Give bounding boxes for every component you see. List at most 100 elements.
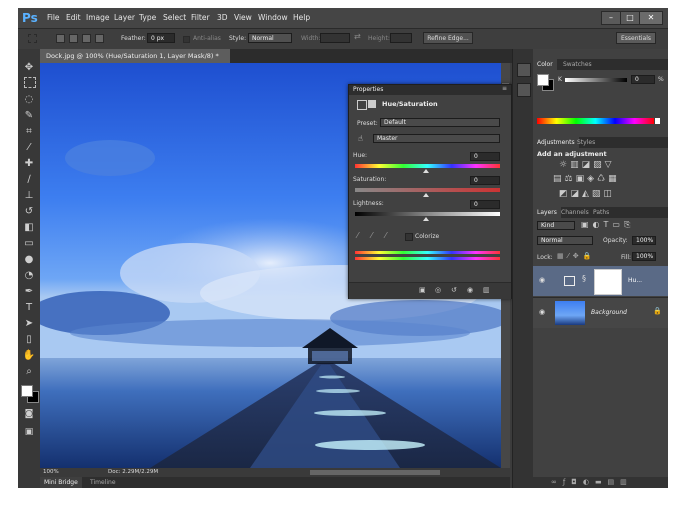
pen-tool-icon[interactable]: ✒: [22, 285, 36, 299]
clone-stamp-icon[interactable]: ⊥: [22, 189, 36, 203]
menu-edit[interactable]: Edit: [66, 13, 81, 22]
tab-color[interactable]: Color: [533, 59, 557, 70]
close-button[interactable]: ✕: [639, 11, 663, 25]
eyedropper-icon[interactable]: ⁄: [22, 141, 36, 155]
white-ramp[interactable]: [655, 118, 660, 124]
lock-icons[interactable]: ▦⁄✥🔒: [557, 252, 595, 260]
eyedropper-add-icon[interactable]: ⁄: [371, 231, 372, 240]
dodge-tool-icon[interactable]: ◔: [22, 269, 36, 283]
marquee-tool-icon[interactable]: [24, 77, 36, 88]
adjustment-icons-row3[interactable]: ◩◪◭▧◫: [559, 189, 615, 199]
menu-layer[interactable]: Layer: [114, 13, 135, 22]
mask-icon[interactable]: [368, 100, 376, 108]
adjustment-icons-row1[interactable]: ☼▥◪▨▽: [559, 160, 615, 170]
saturation-input[interactable]: 0: [470, 176, 500, 185]
layer-filter-select[interactable]: Kind: [537, 221, 575, 230]
eyedropper-sample-icon[interactable]: ⁄: [357, 231, 358, 240]
menu-window[interactable]: Window: [258, 13, 288, 22]
hue-input[interactable]: 0: [470, 152, 500, 161]
quick-mask-icon[interactable]: ◙: [22, 407, 36, 421]
style-select[interactable]: Normal: [248, 33, 292, 43]
screen-mode-icon[interactable]: ▣: [22, 425, 36, 439]
layer-name[interactable]: Hu...: [628, 277, 642, 284]
rectangle-tool-icon[interactable]: ▯: [22, 333, 36, 347]
adjustment-icons-row2[interactable]: ▤⚖▣◈♺▦: [553, 174, 620, 184]
tab-styles[interactable]: Styles: [573, 137, 599, 148]
refine-edge-button[interactable]: Refine Edge...: [423, 32, 473, 44]
tab-paths[interactable]: Paths: [589, 207, 613, 218]
tab-timeline[interactable]: Timeline: [86, 477, 120, 488]
move-tool-icon[interactable]: ✥: [22, 61, 36, 75]
feather-input[interactable]: 0 px: [147, 33, 175, 43]
add-selection-icon[interactable]: [69, 34, 78, 43]
tab-channels[interactable]: Channels: [557, 207, 593, 218]
brush-tool-icon[interactable]: ∕: [22, 173, 36, 187]
menu-3d[interactable]: 3D: [217, 13, 228, 22]
document-tab[interactable]: Dock.jpg @ 100% (Hue/Saturation 1, Layer…: [40, 49, 230, 74]
lightness-slider-thumb[interactable]: [423, 217, 429, 221]
delete-icon[interactable]: ▥: [483, 286, 490, 294]
menu-filter[interactable]: Filter: [191, 13, 210, 22]
targeted-adjust-icon[interactable]: ☝: [358, 134, 363, 143]
properties-titlebar[interactable]: Properties ≡: [349, 85, 511, 95]
path-select-icon[interactable]: ➤: [22, 317, 36, 331]
hand-tool-icon[interactable]: ✋: [22, 349, 36, 363]
height-input[interactable]: [390, 33, 412, 43]
layer-row-background[interactable]: ◉ Background 🔒: [533, 297, 668, 328]
clip-to-layer-icon[interactable]: ▣: [419, 286, 426, 294]
blend-mode-select[interactable]: Normal: [537, 236, 593, 245]
layer-row-hue-saturation[interactable]: ◉ § Hu...: [533, 266, 668, 296]
tab-adjustments[interactable]: Adjustments: [533, 137, 579, 148]
menu-help[interactable]: Help: [293, 13, 310, 22]
menu-image[interactable]: Image: [86, 13, 110, 22]
subtract-selection-icon[interactable]: [82, 34, 91, 43]
maximize-button[interactable]: □: [620, 11, 640, 25]
marquee-preset-icon[interactable]: [28, 34, 37, 43]
type-tool-icon[interactable]: T: [22, 301, 36, 315]
zoom-tool-icon[interactable]: ⌕: [22, 365, 36, 379]
layer-visibility-icon[interactable]: ◉: [539, 308, 545, 316]
lasso-tool-icon[interactable]: ◌: [22, 93, 36, 107]
antialias-checkbox[interactable]: [183, 36, 190, 43]
opacity-input[interactable]: 100%: [632, 236, 656, 245]
color-ramp[interactable]: [537, 118, 654, 124]
minimize-button[interactable]: –: [601, 11, 621, 25]
color-fg-swatch[interactable]: [537, 74, 549, 86]
history-brush-icon[interactable]: ↺: [22, 205, 36, 219]
swap-icon[interactable]: ⇄: [354, 32, 361, 41]
menu-type[interactable]: Type: [139, 13, 156, 22]
horizontal-scrollbar[interactable]: [310, 470, 440, 475]
channel-select[interactable]: Master: [373, 134, 500, 143]
crop-tool-icon[interactable]: ⌗: [22, 125, 36, 139]
layer-name[interactable]: Background: [591, 309, 627, 316]
width-input[interactable]: [320, 33, 350, 43]
saturation-slider-thumb[interactable]: [423, 193, 429, 197]
tab-swatches[interactable]: Swatches: [559, 59, 596, 70]
menu-select[interactable]: Select: [163, 13, 186, 22]
menu-file[interactable]: File: [47, 13, 60, 22]
gradient-tool-icon[interactable]: ▭: [22, 237, 36, 251]
eyedropper-subtract-icon[interactable]: ⁄: [385, 231, 386, 240]
colorize-checkbox[interactable]: [405, 233, 413, 241]
k-input[interactable]: 0: [631, 75, 655, 84]
eraser-tool-icon[interactable]: ◧: [22, 221, 36, 235]
blur-tool-icon[interactable]: ●: [22, 253, 36, 267]
new-selection-icon[interactable]: [56, 34, 65, 43]
layer-mask-thumbnail[interactable]: [594, 269, 622, 295]
preset-select[interactable]: Default: [380, 118, 500, 127]
panel-menu-icon[interactable]: ≡: [502, 85, 507, 92]
properties-panel-icon[interactable]: [517, 83, 531, 97]
layer-filter-icons[interactable]: ▣◐T▭⎘: [581, 220, 634, 230]
k-slider[interactable]: [565, 78, 627, 82]
layers-footer-icons[interactable]: ∞ƒ◘◐▬▤▥: [551, 478, 633, 486]
healing-brush-icon[interactable]: ✚: [22, 157, 36, 171]
reset-icon[interactable]: ↺: [451, 286, 457, 294]
workspace-switcher[interactable]: Essentials: [616, 32, 656, 44]
layer-visibility-icon[interactable]: ◉: [539, 276, 545, 284]
quick-select-icon[interactable]: ✎: [22, 109, 36, 123]
menu-view[interactable]: View: [234, 13, 252, 22]
fill-input[interactable]: 100%: [632, 252, 656, 261]
history-panel-icon[interactable]: [517, 63, 531, 77]
zoom-level[interactable]: 100%: [43, 469, 59, 475]
intersect-selection-icon[interactable]: [95, 34, 104, 43]
